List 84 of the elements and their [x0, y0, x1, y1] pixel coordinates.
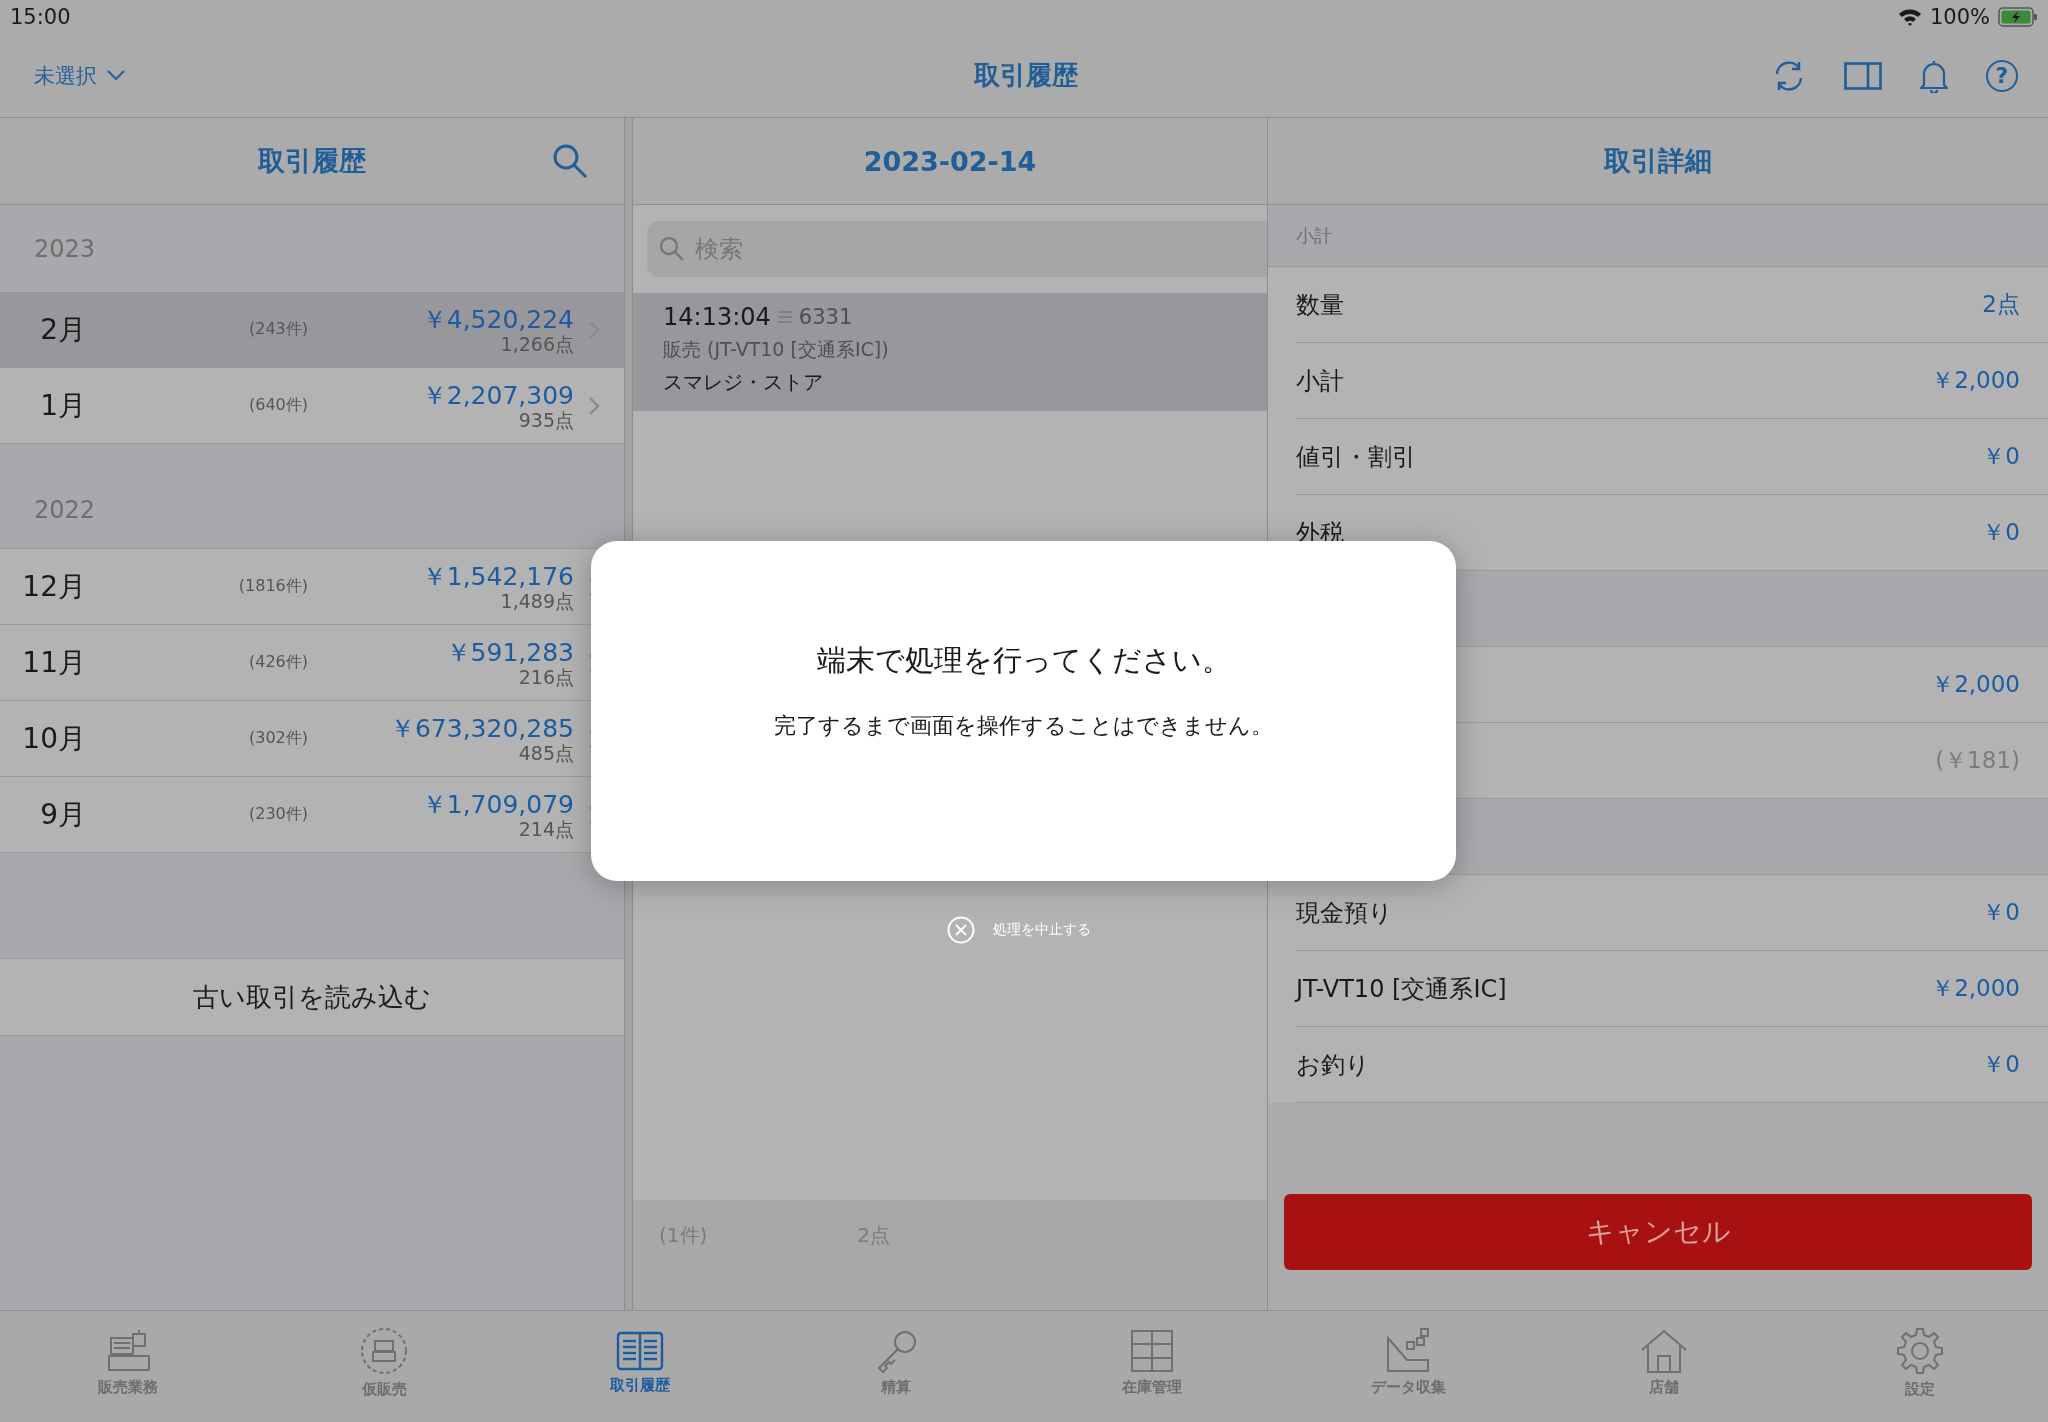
month-row[interactable]: 1月 (640件) ￥2,207,309 935点	[0, 368, 624, 444]
detail-label: 値引・割引	[1296, 441, 1416, 473]
help-button[interactable]: ?	[1986, 59, 2018, 92]
month-row[interactable]: 2月 (243件) ￥4,520,224 1,266点	[0, 292, 624, 368]
load-older-button[interactable]: 古い取引を読み込む	[0, 958, 624, 1036]
modal-title: 端末で処理を行ってください。	[816, 642, 1231, 679]
store-selector[interactable]: 未選択	[34, 61, 434, 90]
close-icon	[947, 916, 975, 944]
transaction-count: (230件)	[247, 804, 308, 825]
search-icon[interactable]	[552, 143, 588, 179]
year-header: 2022	[34, 496, 96, 524]
transaction-count: (302件)	[247, 728, 308, 749]
open-book-icon	[615, 1330, 665, 1372]
detail-value: 2点	[1982, 290, 2020, 319]
tab-item[interactable]: 在庫管理	[1024, 1311, 1280, 1422]
transaction-type: 販売 (JT-VT10 [交通系IC])	[663, 337, 890, 362]
detail-value: ￥0	[1982, 1050, 2020, 1079]
transaction-count: (426件)	[247, 652, 308, 673]
chevron-icon	[588, 395, 600, 416]
tab-item[interactable]: 店舗	[1536, 1311, 1792, 1422]
detail-value: ￥0	[1982, 518, 2020, 547]
detail-label: 小計	[1296, 365, 1344, 397]
month-label: 12月	[21, 568, 86, 605]
month-total: ￥591,283	[445, 638, 574, 667]
detail-value: ￥2,000	[1931, 366, 2020, 395]
month-label: 2月	[39, 311, 86, 348]
tab-item[interactable]: 仮販売	[256, 1311, 512, 1422]
item-count: 1,266点	[500, 333, 574, 354]
item-count: 216点	[518, 666, 574, 687]
bell-icon[interactable]	[1920, 58, 1948, 93]
house-icon	[1639, 1328, 1689, 1374]
tab-item[interactable]: 精算	[768, 1311, 1024, 1422]
lines-icon	[776, 310, 793, 324]
gear-icon	[1895, 1326, 1945, 1376]
month-label: 9月	[39, 796, 86, 833]
wifi-icon	[1897, 8, 1922, 26]
detail-value: ￥2,000	[1931, 974, 2020, 1003]
item-count: 935点	[518, 409, 574, 430]
nav-title: 取引履歴	[973, 59, 1079, 92]
detail-label: お釣り	[1296, 1049, 1370, 1081]
modal-message: 完了するまで画面を操作することはできません。	[774, 712, 1273, 740]
detail-label: JT-VT10 [交通系IC]	[1296, 973, 1507, 1005]
transaction-row[interactable]: 14:13:04 6331 販売 (JT-VT10 [交通系IC]) スマレジ・ストア	[633, 293, 1267, 411]
cancel-button[interactable]: キャンセル	[1284, 1194, 2032, 1270]
abort-button[interactable]: 処理を中止する	[947, 916, 1091, 944]
item-count: 485点	[518, 742, 574, 763]
month-total: ￥1,709,079	[421, 790, 574, 819]
transaction-count: (1816件)	[237, 576, 308, 597]
column-title: 取引詳細	[1604, 144, 1712, 178]
tab-item[interactable]: 取引履歴	[512, 1311, 768, 1422]
item-count: 214点	[518, 818, 574, 839]
month-label: 11月	[21, 644, 86, 681]
month-total: ￥1,542,176	[421, 562, 574, 591]
column-title: 2023-02-14	[863, 145, 1037, 177]
detail-value: ￥0	[1982, 442, 2020, 471]
item-count: 1,489点	[500, 590, 574, 611]
tab-item[interactable]: データ収集	[1280, 1311, 1536, 1422]
month-total: ￥2,207,309	[421, 381, 574, 410]
month-label: 10月	[21, 720, 86, 757]
store-name: スマレジ・ストア	[663, 369, 824, 396]
month-total: ￥673,320,285	[389, 714, 574, 743]
battery-percent: 100%	[1929, 5, 1990, 29]
search-icon	[659, 236, 685, 262]
detail-value: ￥0	[1982, 898, 2020, 927]
tab-item[interactable]: 販売業務	[0, 1311, 256, 1422]
transaction-number: 6331	[798, 305, 853, 329]
tab-item[interactable]: 設定	[1792, 1311, 2048, 1422]
status-time: 15:00	[10, 5, 71, 29]
split-view-icon[interactable]	[1844, 61, 1882, 90]
month-total: ￥4,520,224	[421, 305, 574, 334]
chevron-down-icon	[107, 70, 125, 81]
detail-label: 数量	[1296, 289, 1344, 321]
transaction-time: 14:13:04	[663, 303, 771, 331]
transaction-count: (640件)	[247, 395, 308, 416]
dashed-register-icon	[359, 1326, 409, 1376]
section-header: 小計	[1296, 223, 1332, 248]
year-header: 2023	[34, 234, 96, 263]
detail-value: (￥181)	[1935, 746, 2020, 775]
column-title: 取引履歴	[258, 144, 366, 178]
detail-value: ￥2,000	[1931, 670, 2020, 699]
month-label: 1月	[39, 387, 86, 424]
battery-icon	[1998, 7, 2038, 27]
transaction-count: (243件)	[247, 319, 308, 340]
detail-label: 現金預り	[1296, 897, 1393, 929]
